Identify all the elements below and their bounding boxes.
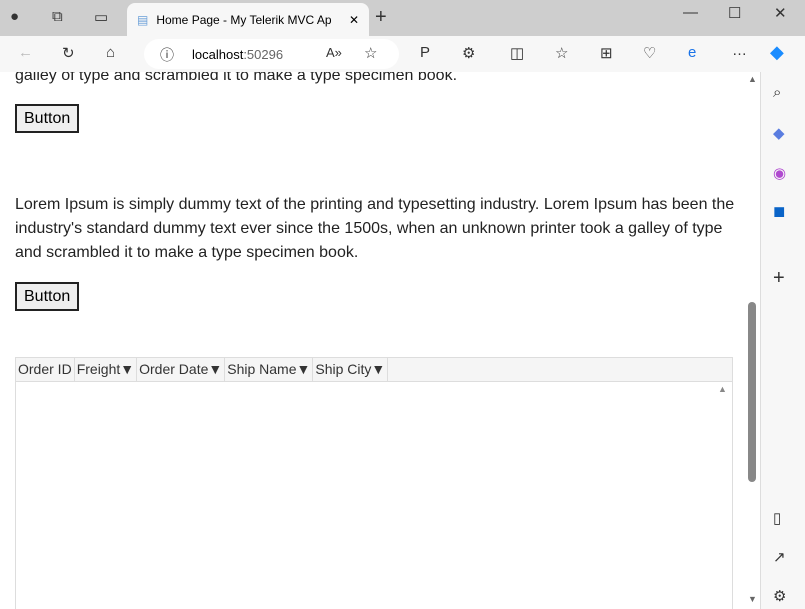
column-order-date[interactable]: Order Date▼ [137,358,226,381]
minimize-icon[interactable]: — [683,4,698,21]
column-order-id[interactable]: Order ID [16,358,75,381]
health-icon[interactable]: ♡ [643,44,656,62]
search-icon[interactable]: ⌕ [773,84,781,101]
read-aloud-icon[interactable]: A» [326,45,342,60]
filter-icon[interactable]: ▼ [120,361,134,377]
profile-icon[interactable]: ● [10,8,19,25]
address-bar[interactable]: ⓘ localhost:50296 A» ☆ [144,39,399,69]
close-tab-icon[interactable]: ✕ [349,13,359,27]
copilot-icon[interactable]: ◆ [770,42,784,63]
scroll-up-icon[interactable]: ▲ [748,74,757,84]
more-icon[interactable]: … [732,42,747,59]
extensions-icon[interactable]: ⚙ [462,44,475,62]
filter-icon[interactable]: ▼ [208,361,222,377]
edge-sidebar: ⌕ ◆ ◉ ◼ + ▯ ↗ ⚙ [760,72,805,609]
column-ship-city[interactable]: Ship City▼ [313,358,389,381]
scroll-down-icon[interactable]: ▼ [748,594,757,604]
tab-home-page[interactable]: ▤ Home Page - My Telerik MVC Ap ✕ [127,3,369,36]
outlook-icon[interactable]: ◼ [773,202,785,220]
ie-mode-icon[interactable]: e [688,44,696,61]
button-1[interactable]: Button [15,104,80,133]
scrollbar-thumb[interactable] [748,302,756,482]
grid-header: Order ID Freight▼ Order Date▼ Ship Name▼… [16,358,732,382]
button-2[interactable]: Button [15,282,80,311]
tab-bar: ● ⧉ ▭ ▤ Home Page - My Telerik MVC Ap ✕ … [0,0,805,36]
m365-icon[interactable]: ◉ [773,164,786,182]
home-icon[interactable]: ⌂ [106,44,115,61]
filter-icon[interactable]: ▼ [297,361,311,377]
grid-scroll-up-icon[interactable]: ▲ [718,384,727,394]
back-icon[interactable]: ← [18,44,33,61]
tab-actions-icon[interactable]: ▭ [94,8,108,26]
paragraph-partial: galley of type and scrambled it to make … [15,72,458,84]
lorem-paragraph: Lorem Ipsum is simply dummy text of the … [15,196,735,261]
url-host: localhost [192,46,244,62]
tab-title: Home Page - My Telerik MVC Ap [156,12,332,27]
shopping-tag-icon[interactable]: ◆ [773,124,785,142]
page-icon: ▤ [137,12,149,27]
sidebar-toggle-icon[interactable]: ▯ [773,509,781,527]
favorite-star-icon[interactable]: ☆ [364,44,377,62]
info-icon[interactable]: ⓘ [160,45,174,65]
new-tab-icon[interactable]: + [375,6,387,29]
favorites-icon[interactable]: ☆ [555,44,568,62]
browser-toolbar: ← ↻ ⌂ P ⚙ ◫ ☆ ⊞ ♡ e … ◆ [0,36,805,72]
refresh-icon[interactable]: ↻ [62,44,75,62]
maximize-icon[interactable]: ☐ [728,4,741,22]
orders-grid: Order ID Freight▼ Order Date▼ Ship Name▼… [15,357,733,609]
close-window-icon[interactable]: ✕ [774,4,787,22]
extension-p-icon[interactable]: P [420,44,430,61]
page-content: galley of type and scrambled it to make … [0,72,746,609]
workspaces-icon[interactable]: ⧉ [52,8,63,25]
filter-icon[interactable]: ▼ [371,361,385,377]
split-screen-icon[interactable]: ◫ [510,44,524,62]
add-icon[interactable]: + [773,267,785,290]
url-port: :50296 [243,46,284,62]
column-freight[interactable]: Freight▼ [75,358,138,381]
column-ship-name[interactable]: Ship Name▼ [225,358,314,381]
settings-icon[interactable]: ⚙ [773,587,786,605]
collections-icon[interactable]: ⊞ [600,44,613,62]
open-external-icon[interactable]: ↗ [773,548,786,566]
